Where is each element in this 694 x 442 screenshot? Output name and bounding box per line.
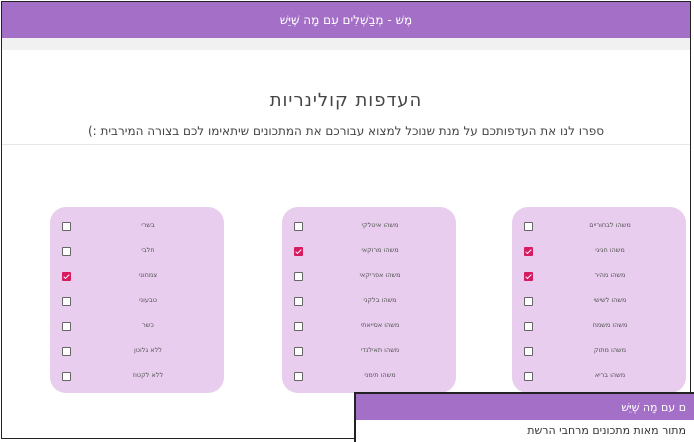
app-title: מֶשׁ - מְבַשְּׁלִים עִם מָה שֶּׁיֵּשׁ [279,13,413,27]
page-title: העדפות קולינריות [269,90,423,111]
preference-checkbox[interactable] [524,272,533,281]
preference-option[interactable]: משהו משמח [512,319,686,335]
preference-option[interactable]: משהו תאילנדי [282,344,456,360]
preference-label: משהו לשישי [593,296,627,304]
preference-checkbox[interactable] [62,247,71,256]
preference-option[interactable]: כשר [50,319,224,335]
preference-label: משהו בלקני [363,296,397,304]
preference-checkbox[interactable] [62,322,71,331]
preference-checkbox[interactable] [524,322,533,331]
preference-checkbox[interactable] [524,247,533,256]
preference-label: משהו תאילנדי [360,346,400,354]
preference-label: משהו אסייאתי [360,321,400,329]
divider [2,144,690,145]
preference-checkbox[interactable] [294,322,303,331]
preference-label: משהו בריא [594,371,626,379]
preference-label: ללא גלוטן [134,346,162,354]
preference-option[interactable]: משהו מתוק [512,344,686,360]
preference-label: טבעוני [139,296,157,304]
preference-checkbox[interactable] [524,297,533,306]
preference-label: משהו איטלקי [361,221,399,229]
preference-checkbox[interactable] [62,297,71,306]
occasion-card: משהו לבחוריים משהו חגיגי משהו מהיר משהו לשי… [512,207,686,393]
preference-label: משהו אפריקאי [359,271,401,279]
preference-label: משהו תימני [364,371,396,379]
preference-label: משהו לבחוריים [589,221,631,229]
cuisine-card: משהו איטלקי משהו מרוקאי משהו אפריקאי משהו ב… [282,207,456,393]
preference-checkbox[interactable] [62,272,71,281]
preference-option[interactable]: משהו בריא [512,369,686,385]
preference-option[interactable]: משהו לבחוריים [512,219,686,235]
preference-checkbox[interactable] [294,297,303,306]
overlay-window: ם עם מָה שֶּׁיֵּשׁ מתור מאות מתכונים מרח… [354,392,694,442]
preference-option[interactable]: משהו חגיגי [512,244,686,260]
preference-option[interactable]: משהו איטלקי [282,219,456,235]
dietary-card: בשרי חלבי צמחוני טבעוני כשר ללא גלוטן ללא לקטו… [50,207,224,393]
preference-option[interactable]: משהו תימני [282,369,456,385]
preference-label: כשר [142,321,154,329]
overlay-title-bar: ם עם מָה שֶּׁיֵּשׁ [356,394,694,420]
preference-option[interactable]: ללא גלוטן [50,344,224,360]
preference-checkbox[interactable] [294,222,303,231]
preference-option[interactable]: משהו מהיר [512,269,686,285]
preference-label: משהו מהיר [594,271,626,279]
preference-checkbox[interactable] [62,347,71,356]
overlay-text: מתור מאות מתכונים מרחבי הרשת [527,424,686,437]
preference-checkbox[interactable] [524,222,533,231]
preference-option[interactable]: חלבי [50,244,224,260]
preference-checkbox[interactable] [294,372,303,381]
preference-option[interactable]: משהו בלקני [282,294,456,310]
preference-option[interactable]: צמחוני [50,269,224,285]
preference-option[interactable]: בשרי [50,219,224,235]
preference-checkbox[interactable] [294,272,303,281]
preference-checkbox[interactable] [62,222,71,231]
overlay-title: ם עם מָה שֶּׁיֵּשׁ [621,400,686,414]
preference-option[interactable]: משהו לשישי [512,294,686,310]
sub-bar [2,38,690,50]
preference-checkbox[interactable] [62,372,71,381]
preference-checkbox[interactable] [524,372,533,381]
preference-label: צמחוני [138,271,158,279]
preference-label: ללא לקטוז [132,371,164,379]
preference-option[interactable]: ללא לקטוז [50,369,224,385]
preference-label: חלבי [141,246,155,254]
preference-checkbox[interactable] [294,247,303,256]
app-bar: מֶשׁ - מְבַשְּׁלִים עִם מָה שֶּׁיֵּשׁ [2,2,690,38]
preference-label: משהו חגיגי [595,246,625,254]
preference-option[interactable]: משהו אסייאתי [282,319,456,335]
preference-label: משהו משמח [592,321,628,329]
preference-option[interactable]: משהו אפריקאי [282,269,456,285]
app-window: מֶשׁ - מְבַשְּׁלִים עִם מָה שֶּׁיֵּשׁ הע… [1,1,691,439]
preference-option[interactable]: משהו מרוקאי [282,244,456,260]
preference-checkbox[interactable] [524,347,533,356]
preference-label: משהו מתוק [593,346,627,354]
page-subtitle: ספרו לנו את העדפותכם על מנת שנוכל למצוא … [87,124,605,138]
preference-checkbox[interactable] [294,347,303,356]
preference-label: משהו מרוקאי [361,246,399,254]
preference-option[interactable]: טבעוני [50,294,224,310]
preference-label: בשרי [141,221,155,229]
